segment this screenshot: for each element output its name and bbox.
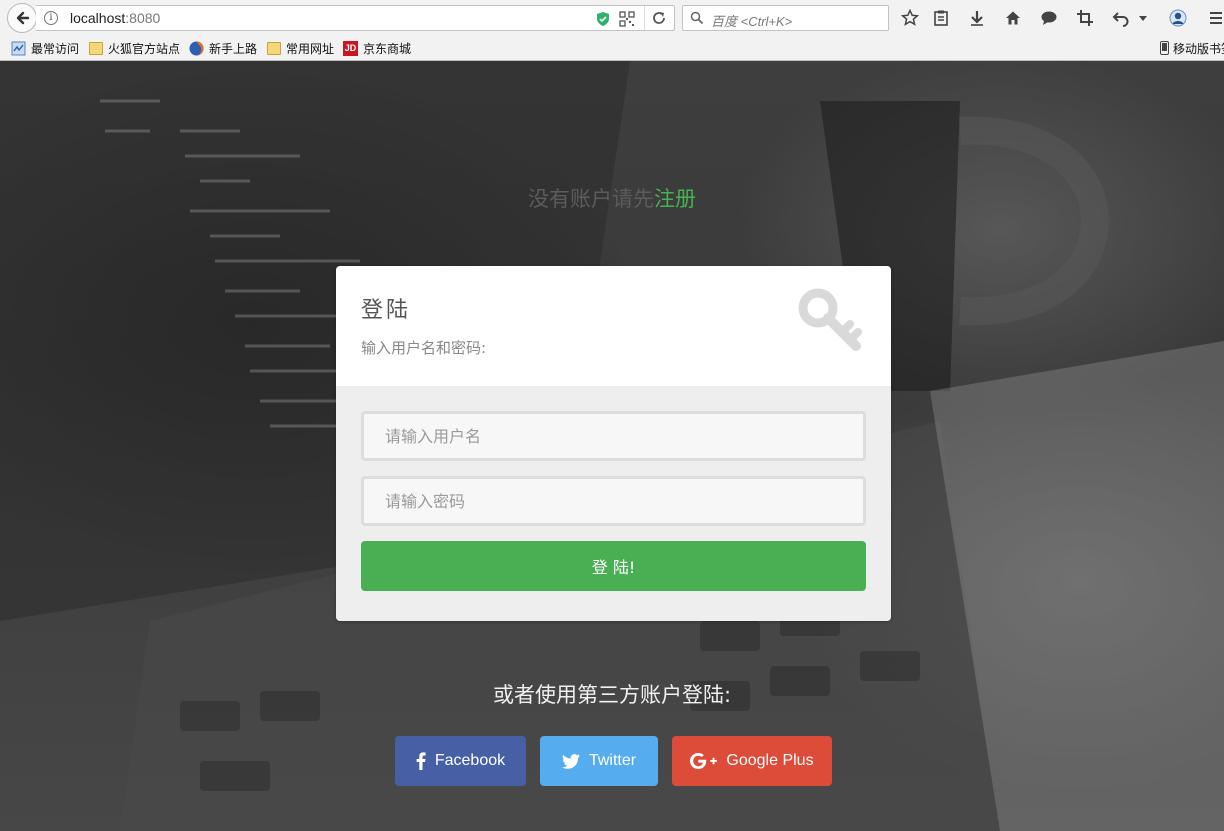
browser-chrome: i localhost:8080 百度 <Ctrl+K> 最常访问 火狐官方站点	[0, 0, 1224, 61]
url-bar[interactable]: i localhost:8080	[36, 5, 675, 31]
login-title: 登陆	[361, 298, 412, 323]
facebook-icon	[416, 752, 426, 770]
mobile-phone-icon	[1160, 40, 1169, 56]
back-arrow-icon	[16, 11, 30, 25]
url-bar-divider	[644, 6, 645, 30]
url-text[interactable]: localhost:8080	[70, 10, 160, 26]
account-avatar-icon[interactable]	[1167, 7, 1189, 29]
login-page: 没有账户请先注册 登陆 输入用户名和密码: 登 陆! 或者使用第三方账户登陆: …	[0, 61, 1224, 831]
key-icon	[798, 288, 862, 351]
google-plus-icon	[690, 753, 718, 769]
jd-icon: JD	[343, 40, 358, 56]
search-icon	[690, 11, 704, 25]
menu-icon[interactable]	[1205, 7, 1224, 29]
username-input[interactable]	[361, 411, 866, 461]
mobile-bookmarks[interactable]: 移动版书签	[1160, 38, 1224, 58]
password-input[interactable]	[361, 476, 866, 526]
login-card-body: 登 陆!	[336, 386, 891, 621]
login-form-card: 登陆 输入用户名和密码: 登 陆!	[336, 266, 891, 621]
register-link[interactable]: 注册	[654, 187, 696, 211]
reading-list-icon[interactable]	[930, 7, 952, 29]
third-party-login-heading: 或者使用第三方账户登陆:	[492, 683, 732, 707]
folder-icon	[89, 41, 103, 55]
bookmark-jd[interactable]: JD 京东商城	[343, 38, 411, 58]
bookmark-most-visited[interactable]: 最常访问	[11, 38, 79, 58]
most-visited-icon	[11, 41, 26, 56]
reload-icon[interactable]	[651, 10, 667, 26]
facebook-label: Facebook	[434, 752, 506, 769]
download-icon[interactable]	[966, 7, 988, 29]
screenshot-crop-icon[interactable]	[1074, 7, 1096, 29]
shield-icon[interactable]	[595, 11, 611, 27]
login-card-header: 登陆 输入用户名和密码:	[336, 266, 891, 386]
bookmark-firefox-official[interactable]: 火狐官方站点	[89, 38, 180, 58]
register-prompt: 没有账户请先注册	[0, 183, 1224, 213]
register-prompt-text: 没有账户请先	[528, 187, 654, 211]
google-plus-label: Google Plus	[726, 752, 814, 769]
navigation-toolbar: i localhost:8080 百度 <Ctrl+K>	[0, 0, 1224, 35]
bookmark-star-icon[interactable]	[899, 7, 921, 29]
site-info-icon[interactable]: i	[44, 11, 58, 25]
folder-icon	[267, 41, 281, 55]
login-subtitle: 输入用户名和密码:	[361, 339, 487, 357]
twitter-login-button[interactable]: Twitter	[540, 736, 658, 786]
undo-dropdown-chevron-icon[interactable]	[1136, 7, 1150, 29]
home-icon[interactable]	[1002, 7, 1024, 29]
twitter-icon	[561, 753, 580, 769]
firefox-icon	[189, 41, 204, 56]
search-placeholder: 百度 <Ctrl+K>	[711, 14, 793, 29]
undo-close-tab-icon[interactable]	[1110, 7, 1132, 29]
facebook-login-button[interactable]: Facebook	[395, 736, 526, 786]
bookmark-getting-started[interactable]: 新手上路	[189, 38, 257, 58]
chat-icon[interactable]	[1038, 7, 1060, 29]
bookmarks-toolbar: 最常访问 火狐官方站点 新手上路 常用网址 JD 京东商城 移动版书签	[0, 37, 1224, 59]
qr-code-icon[interactable]	[619, 11, 635, 27]
bookmark-common-sites[interactable]: 常用网址	[267, 38, 334, 58]
back-button[interactable]	[7, 3, 37, 33]
login-submit-button[interactable]: 登 陆!	[361, 541, 866, 591]
google-plus-login-button[interactable]: Google Plus	[672, 736, 832, 786]
twitter-label: Twitter	[588, 752, 637, 769]
search-bar[interactable]: 百度 <Ctrl+K>	[682, 5, 889, 31]
